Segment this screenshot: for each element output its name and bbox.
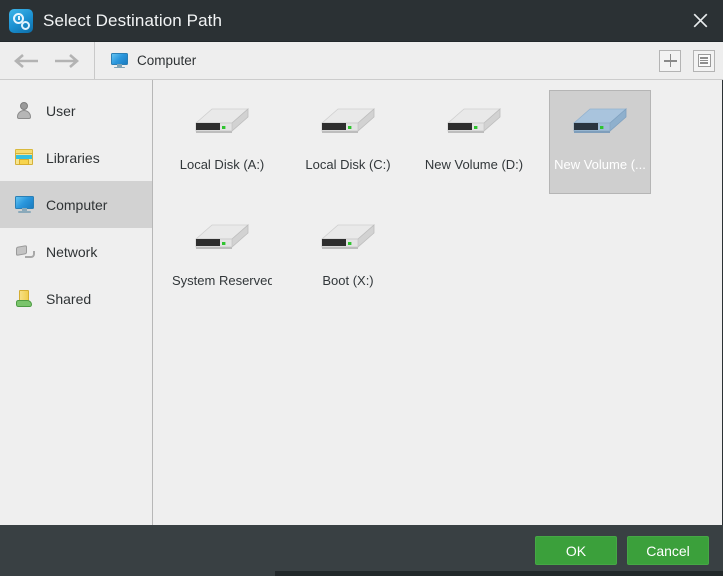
sidebar-item-computer[interactable]: Computer bbox=[0, 181, 152, 228]
sidebar-item-label: User bbox=[46, 102, 76, 119]
drive-label: Local Disk (A:) bbox=[179, 157, 265, 172]
dialog-footer: OK Cancel bbox=[0, 525, 723, 576]
shared-icon bbox=[14, 289, 35, 308]
breadcrumb-label: Computer bbox=[137, 53, 197, 68]
drive-label: Boot (X:) bbox=[322, 273, 374, 288]
libraries-icon bbox=[14, 148, 35, 167]
hard-drive-icon bbox=[446, 108, 502, 133]
sidebar-item-shared[interactable]: Shared bbox=[0, 275, 152, 322]
drive-item[interactable]: System Reserved (G:) bbox=[171, 206, 273, 310]
hard-drive-icon bbox=[194, 108, 250, 133]
plus-icon bbox=[663, 54, 677, 67]
drive-item[interactable]: Local Disk (C:) bbox=[297, 90, 399, 194]
sidebar: User Libraries Computer Network Shared bbox=[0, 80, 153, 525]
forward-button[interactable] bbox=[46, 46, 86, 76]
clock-gear-icon bbox=[9, 8, 33, 33]
drive-item-selected[interactable]: New Volume (... bbox=[549, 90, 651, 194]
select-destination-path-dialog: Select Destination Path Computer User Li… bbox=[0, 0, 723, 576]
nav-arrow-group bbox=[0, 42, 95, 79]
new-folder-button[interactable] bbox=[659, 49, 681, 72]
sidebar-item-label: Shared bbox=[46, 290, 92, 307]
computer-icon bbox=[14, 195, 35, 214]
dialog-body: User Libraries Computer Network Shared L… bbox=[0, 80, 723, 525]
hard-drive-icon bbox=[320, 108, 376, 133]
drive-list: Local Disk (A:) Local Disk (C:) New Volu… bbox=[153, 80, 722, 525]
window-title: Select Destination Path bbox=[43, 10, 223, 30]
list-view-button[interactable] bbox=[693, 49, 715, 72]
hard-drive-icon bbox=[320, 224, 376, 249]
sidebar-item-libraries[interactable]: Libraries bbox=[0, 134, 152, 181]
close-icon[interactable] bbox=[677, 0, 723, 41]
sidebar-item-label: Network bbox=[46, 243, 98, 260]
sidebar-item-user[interactable]: User bbox=[0, 87, 152, 134]
drive-item[interactable]: Local Disk (A:) bbox=[171, 90, 273, 194]
ok-button[interactable]: OK bbox=[535, 536, 617, 565]
sidebar-item-label: Computer bbox=[46, 196, 108, 213]
hard-drive-icon bbox=[572, 108, 628, 133]
drive-label: New Volume (... bbox=[554, 157, 646, 172]
drive-item[interactable]: New Volume (D:) bbox=[423, 90, 525, 194]
navigation-bar: Computer bbox=[0, 42, 723, 80]
sidebar-item-network[interactable]: Network bbox=[0, 228, 152, 275]
footer-edge bbox=[275, 571, 723, 576]
drive-label: Local Disk (C:) bbox=[305, 157, 391, 172]
title-bar: Select Destination Path bbox=[0, 0, 723, 42]
computer-monitor-icon bbox=[111, 53, 128, 69]
list-view-icon bbox=[697, 54, 711, 67]
cancel-button[interactable]: Cancel bbox=[627, 536, 709, 565]
drive-label: System Reserved (G:) bbox=[172, 273, 272, 288]
user-icon bbox=[14, 101, 35, 120]
network-icon bbox=[14, 242, 35, 261]
breadcrumb[interactable]: Computer bbox=[95, 53, 197, 69]
drive-label: New Volume (D:) bbox=[424, 157, 524, 172]
back-button[interactable] bbox=[6, 46, 46, 76]
hard-drive-icon bbox=[194, 224, 250, 249]
drive-item[interactable]: Boot (X:) bbox=[297, 206, 399, 310]
nav-tool-group bbox=[659, 49, 715, 72]
sidebar-item-label: Libraries bbox=[46, 149, 100, 166]
